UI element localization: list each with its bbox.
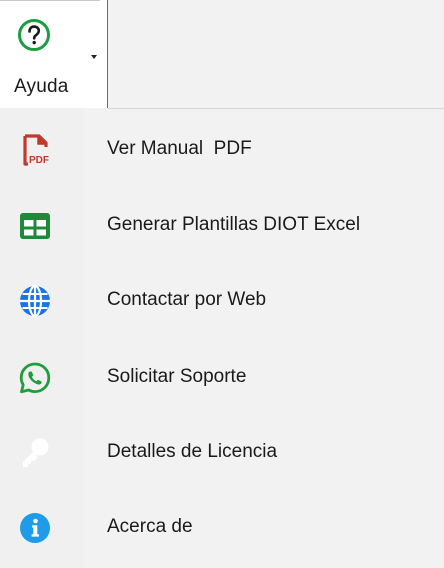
pdf-file-icon: PDF <box>23 134 49 166</box>
svg-text:PDF: PDF <box>29 155 49 166</box>
help-button-label: Ayuda <box>14 76 69 97</box>
menu-item-solicitar-soporte[interactable]: Solicitar Soporte <box>0 339 444 415</box>
menu-item-acerca-de[interactable]: Acerca de <box>0 489 444 565</box>
menu-item-ver-manual-pdf[interactable]: PDF Ver Manual PDF <box>0 111 444 187</box>
menu-item-generar-plantillas[interactable]: Generar Plantillas DIOT Excel <box>0 187 444 263</box>
menu-item-label: Generar Plantillas DIOT Excel <box>107 214 361 235</box>
excel-grid-icon <box>20 213 50 239</box>
menu-item-label: Solicitar Soporte <box>107 366 247 387</box>
menu-item-detalles-licencia[interactable]: Detalles de Licencia <box>0 414 444 490</box>
info-circle-icon <box>20 513 50 543</box>
key-icon <box>23 438 49 467</box>
globe-icon <box>20 284 50 318</box>
menu-item-label: Ver Manual PDF <box>107 138 252 159</box>
help-ribbon-button[interactable]: Ayuda <box>0 0 108 108</box>
menu-item-contactar-web[interactable]: Contactar por Web <box>0 262 444 338</box>
menu-item-label: Detalles de Licencia <box>107 441 278 462</box>
menu-top-border <box>108 108 444 109</box>
ribbon-divider <box>0 0 100 1</box>
menu-item-label: Contactar por Web <box>107 289 267 310</box>
menu-item-label: Acerca de <box>107 516 193 537</box>
whatsapp-icon <box>19 362 51 394</box>
question-circle-icon <box>18 19 50 51</box>
help-dropdown-menu: PDF Ver Manual PDF Generar Plantillas DI… <box>0 108 444 568</box>
chevron-down-icon[interactable] <box>91 55 97 59</box>
